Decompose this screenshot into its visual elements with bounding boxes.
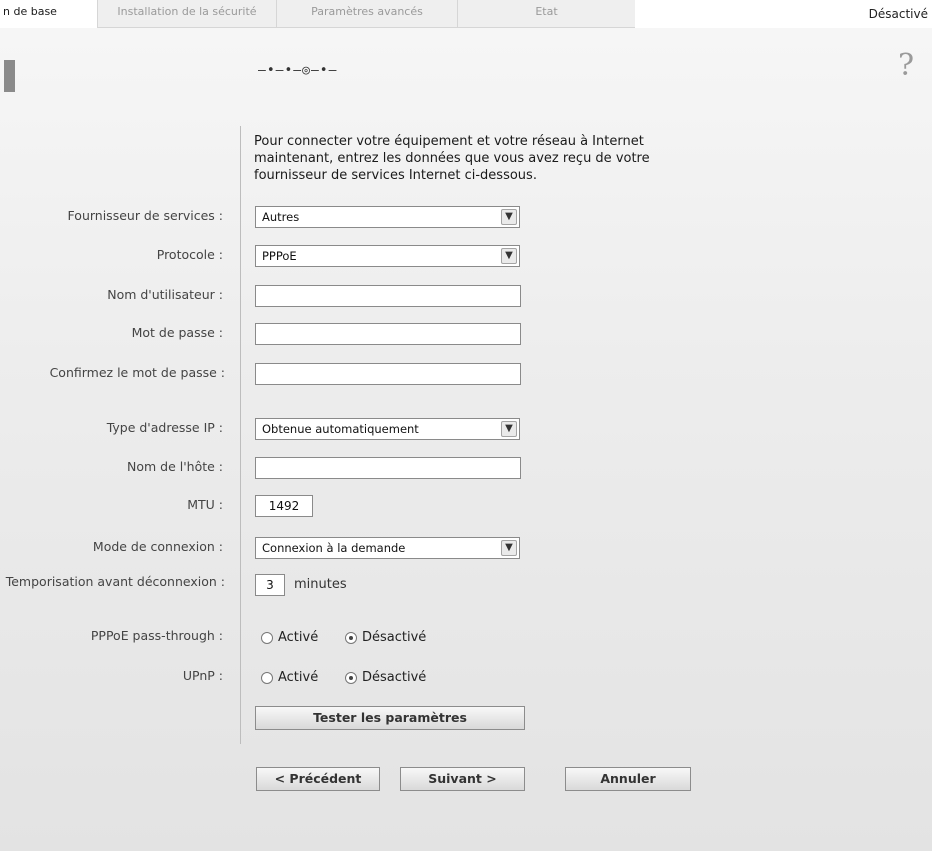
password-label: Mot de passe : bbox=[131, 325, 223, 340]
confirm-password-label: Confirmez le mot de passe : bbox=[49, 365, 225, 380]
tab-basic-settings[interactable]: n de base bbox=[0, 0, 99, 27]
protocol-select[interactable]: PPPoE ▼ bbox=[255, 245, 520, 267]
chevron-down-icon[interactable]: ▼ bbox=[501, 209, 517, 225]
provider-select[interactable]: Autres ▼ bbox=[255, 206, 520, 228]
cancel-button[interactable]: Annuler bbox=[565, 767, 691, 791]
username-label: Nom d'utilisateur : bbox=[107, 287, 223, 302]
chevron-down-icon[interactable]: ▼ bbox=[501, 421, 517, 437]
chevron-down-icon[interactable]: ▼ bbox=[501, 540, 517, 556]
upnp-label: UPnP : bbox=[182, 668, 223, 683]
pppoe-passthrough-label: PPPoE pass-through : bbox=[90, 628, 223, 643]
scrollbar-thumb[interactable] bbox=[4, 60, 15, 92]
ip-type-select[interactable]: Obtenue automatiquement ▼ bbox=[255, 418, 520, 440]
pppoe-passthrough-on-label[interactable]: Activé bbox=[278, 630, 318, 645]
hostname-label: Nom de l'hôte : bbox=[126, 459, 223, 474]
wizard-progress-indicator: –•—•—◎—•– bbox=[258, 63, 338, 78]
mtu-field[interactable]: 1492 bbox=[255, 495, 313, 517]
tab-status[interactable]: Etat bbox=[457, 0, 635, 28]
upnp-on-label[interactable]: Activé bbox=[278, 670, 318, 685]
help-icon[interactable]: ? bbox=[898, 48, 914, 83]
column-divider bbox=[240, 126, 241, 744]
provider-value: Autres bbox=[262, 210, 300, 224]
hostname-field[interactable] bbox=[255, 457, 521, 479]
status-indicator: Désactivé bbox=[868, 7, 928, 21]
pppoe-passthrough-on-radio[interactable] bbox=[261, 632, 273, 644]
next-button[interactable]: Suivant > bbox=[400, 767, 525, 791]
chevron-down-icon[interactable]: ▼ bbox=[501, 248, 517, 264]
pppoe-passthrough-off-radio[interactable] bbox=[345, 632, 357, 644]
timeout-unit: minutes bbox=[294, 577, 347, 592]
connection-mode-select[interactable]: Connexion à la demande ▼ bbox=[255, 537, 520, 559]
upnp-off-label[interactable]: Désactivé bbox=[362, 670, 426, 685]
timeout-field[interactable]: 3 bbox=[255, 574, 285, 596]
test-settings-button[interactable]: Tester les paramètres bbox=[255, 706, 525, 730]
connection-mode-label: Mode de connexion : bbox=[92, 539, 223, 554]
ip-type-label: Type d'adresse IP : bbox=[106, 420, 223, 435]
upnp-off-radio[interactable] bbox=[345, 672, 357, 684]
protocol-value: PPPoE bbox=[262, 249, 297, 263]
password-field[interactable] bbox=[255, 323, 521, 345]
confirm-password-field[interactable] bbox=[255, 363, 521, 385]
pppoe-passthrough-off-label[interactable]: Désactivé bbox=[362, 630, 426, 645]
previous-button[interactable]: < Précédent bbox=[256, 767, 380, 791]
intro-text: Pour connecter votre équipement et votre… bbox=[254, 134, 650, 183]
ip-type-value: Obtenue automatiquement bbox=[262, 422, 419, 436]
mtu-label: MTU : bbox=[187, 497, 223, 512]
username-field[interactable] bbox=[255, 285, 521, 307]
provider-label: Fournisseur de services : bbox=[67, 208, 223, 223]
tab-security-setup[interactable]: Installation de la sécurité bbox=[97, 0, 276, 28]
tab-bar: n de base Installation de la sécurité Pa… bbox=[0, 0, 932, 28]
connection-mode-value: Connexion à la demande bbox=[262, 541, 406, 555]
upnp-on-radio[interactable] bbox=[261, 672, 273, 684]
tab-advanced-settings[interactable]: Paramètres avancés bbox=[276, 0, 457, 28]
timeout-label: Temporisation avant déconnexion : bbox=[5, 574, 225, 589]
protocol-label: Protocole : bbox=[156, 247, 223, 262]
